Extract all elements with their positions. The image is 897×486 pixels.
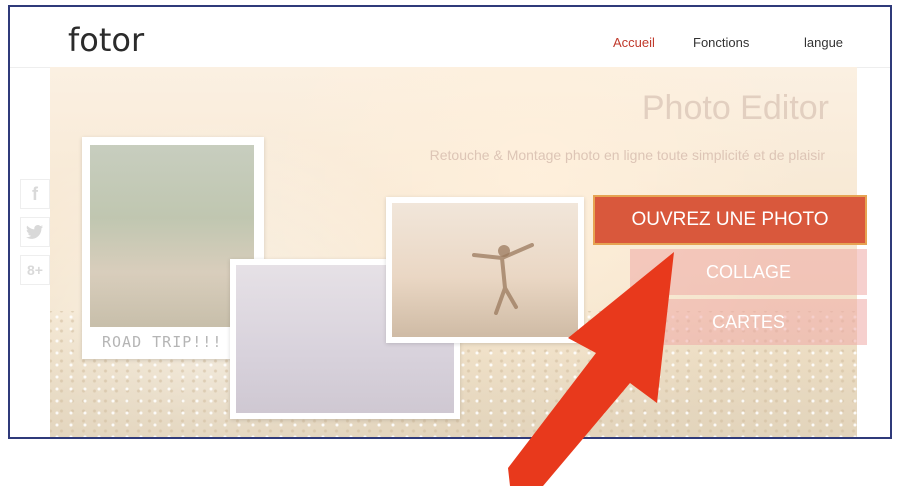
red-arrow-icon bbox=[508, 252, 674, 486]
